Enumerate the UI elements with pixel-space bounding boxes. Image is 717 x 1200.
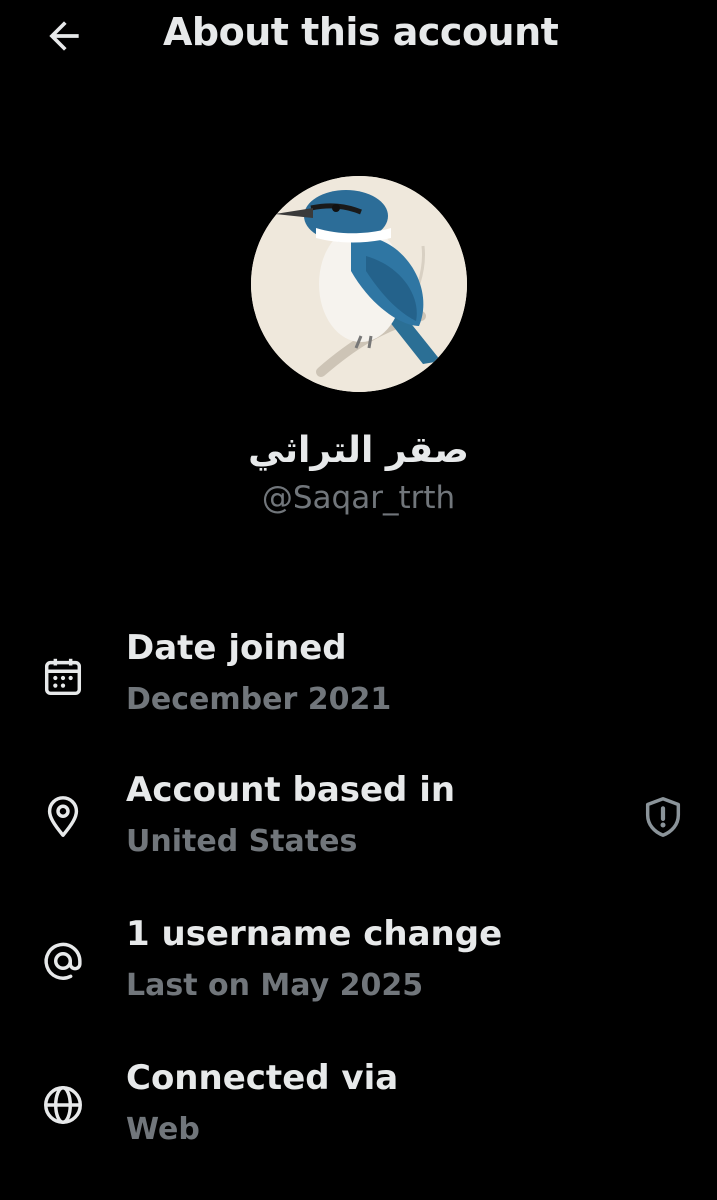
username-change-label: 1 username change: [126, 914, 503, 954]
calendar-icon: [36, 650, 90, 704]
display-name: صقر التراثي: [248, 430, 469, 471]
at-sign-icon: [36, 934, 90, 988]
account-based-in-value: United States: [126, 824, 358, 859]
avatar[interactable]: [251, 176, 467, 392]
account-based-in-label: Account based in: [126, 770, 456, 810]
username-handle: @Saqar_trth: [261, 480, 456, 516]
location-pin-icon: [36, 790, 90, 844]
username-change-row: 1 username change Last on May 2025: [0, 908, 717, 1018]
top-bar: About this account: [0, 0, 717, 72]
date-joined-label: Date joined: [126, 628, 347, 668]
globe-icon: [36, 1078, 90, 1132]
arrow-left-icon: [49, 21, 79, 51]
date-joined-value: December 2021: [126, 682, 392, 717]
account-based-in-row: Account based in United States: [0, 764, 717, 874]
date-joined-row: Date joined December 2021: [0, 620, 717, 730]
connected-via-row: Connected via Web: [0, 1052, 717, 1162]
connected-via-label: Connected via: [126, 1058, 399, 1098]
page-title: About this account: [163, 10, 559, 54]
shield-info-button[interactable]: [636, 790, 690, 844]
kingfisher-avatar: [251, 176, 467, 392]
back-button[interactable]: [36, 12, 92, 60]
shield-alert-icon: [645, 797, 681, 837]
username-change-value: Last on May 2025: [126, 968, 424, 1003]
connected-via-value: Web: [126, 1112, 200, 1147]
